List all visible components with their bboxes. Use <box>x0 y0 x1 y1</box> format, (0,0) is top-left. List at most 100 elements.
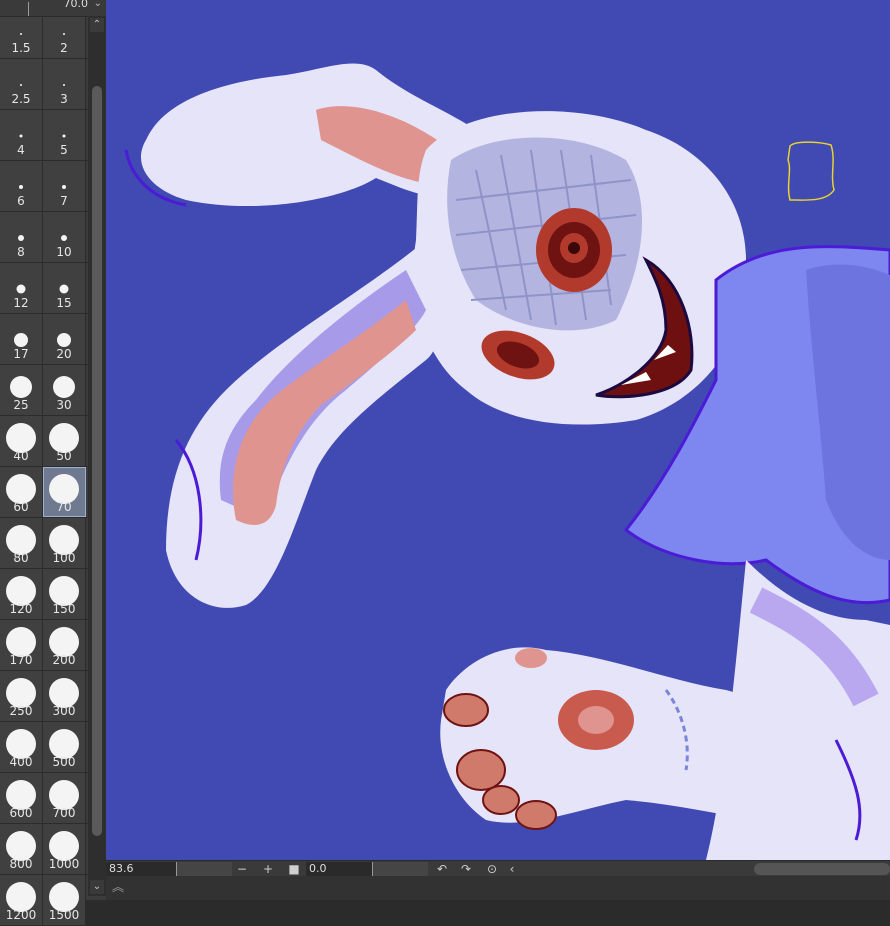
brush-size-400[interactable]: 400 <box>0 722 43 772</box>
collapse-up-icon[interactable]: ︽ <box>112 878 124 895</box>
reset-icon[interactable]: ⊙ <box>484 861 500 877</box>
palette-scrollbar[interactable]: ⌃ ⌄ <box>88 16 106 896</box>
brush-size-label: 2.5 <box>11 92 31 106</box>
brush-dot-icon <box>63 33 65 35</box>
brush-size-row: 17 20 <box>0 314 88 365</box>
brush-size-500[interactable]: 500 <box>43 722 86 772</box>
brush-size-label: 1500 <box>48 908 80 922</box>
rabbit-head <box>413 111 748 425</box>
brush-size-label: 250 <box>9 704 33 718</box>
horizontal-scrollbar[interactable] <box>754 863 890 875</box>
brush-size-row: 25 30 <box>0 365 88 416</box>
brush-size-15[interactable]: 15 <box>43 263 86 313</box>
brush-size-300[interactable]: 300 <box>43 671 86 721</box>
brush-size-5[interactable]: 5 <box>43 110 86 160</box>
brush-size-label: 150 <box>52 602 76 616</box>
brush-size-6[interactable]: 6 <box>0 161 43 211</box>
brush-size-30[interactable]: 30 <box>43 365 86 415</box>
brush-dot-icon <box>62 134 66 138</box>
brush-size-20[interactable]: 20 <box>43 314 86 364</box>
brush-size-label: 20 <box>56 347 72 361</box>
brush-size-palette: 1.5 2 2.5 3 4 5 6 7 8 10 12 15 17 20 25 30 40 50 60 70 80 100… <box>0 0 106 926</box>
brush-size-8[interactable]: 8 <box>0 212 43 262</box>
spin-chevron-icon[interactable]: ⌄ <box>94 0 102 9</box>
brush-size-800[interactable]: 800 <box>0 824 43 874</box>
brush-size-row: 45 <box>0 110 88 161</box>
brush-size-row: 250 300 <box>0 671 88 722</box>
brush-size-label: 17 <box>13 347 29 361</box>
rotation-field[interactable]: 0.0 <box>306 862 372 876</box>
brush-size-slider[interactable] <box>4 2 56 16</box>
rotate-left-icon[interactable]: ↶ <box>434 861 450 877</box>
brush-size-label: 800 <box>9 857 33 871</box>
scroll-up-icon[interactable]: ⌃ <box>90 18 104 32</box>
zoom-slider[interactable] <box>176 862 232 876</box>
brush-size-1500[interactable]: 1500 <box>43 875 86 925</box>
brush-size-4[interactable]: 4 <box>0 110 43 160</box>
brush-size-value[interactable]: 70.0 <box>64 0 89 10</box>
brush-size-150[interactable]: 150 <box>43 569 86 619</box>
brush-size-label: 2 <box>60 41 68 55</box>
brush-size-row: 12 15 <box>0 263 88 314</box>
brush-size-label: 40 <box>13 449 29 463</box>
brush-size-label: 600 <box>9 806 33 820</box>
brush-size-1000[interactable]: 1000 <box>43 824 86 874</box>
scroll-thumb[interactable] <box>92 86 102 836</box>
brush-size-3[interactable]: 3 <box>43 59 86 109</box>
brush-size-250[interactable]: 250 <box>0 671 43 721</box>
plus-icon[interactable]: + <box>260 861 276 877</box>
brush-dot-icon <box>53 376 75 398</box>
brush-size-7[interactable]: 7 <box>43 161 86 211</box>
brush-size-40[interactable]: 40 <box>0 416 43 466</box>
square-icon[interactable]: ■ <box>286 861 302 877</box>
brush-size-170[interactable]: 170 <box>0 620 43 670</box>
brush-size-label: 120 <box>9 602 33 616</box>
brush-size-row: 170 200 <box>0 620 88 671</box>
brush-size-row: 60 70 <box>0 467 88 518</box>
brush-size-50[interactable]: 50 <box>43 416 86 466</box>
brush-size-label: 7 <box>60 194 68 208</box>
drawing-canvas[interactable] <box>106 0 890 860</box>
brush-size-label: 3 <box>60 92 68 106</box>
brush-dot-icon <box>18 235 24 241</box>
bottom-panel-strip: ︽ <box>106 876 890 900</box>
minus-icon[interactable]: − <box>234 861 250 877</box>
brush-size-label: 6 <box>17 194 25 208</box>
brush-size-2-5[interactable]: 2.5 <box>0 59 43 109</box>
brush-size-label: 100 <box>52 551 76 565</box>
rotation-slider[interactable] <box>372 862 428 876</box>
brush-size-label: 700 <box>52 806 76 820</box>
brush-size-700[interactable]: 700 <box>43 773 86 823</box>
brush-size-100[interactable]: 100 <box>43 518 86 568</box>
brush-size-60[interactable]: 60 <box>0 467 43 517</box>
brush-size-label: 70 <box>56 500 72 514</box>
brush-size-1200[interactable]: 1200 <box>0 875 43 925</box>
brush-size-label: 200 <box>52 653 76 667</box>
brush-size-25[interactable]: 25 <box>0 365 43 415</box>
brush-size-label: 1.5 <box>11 41 31 55</box>
brush-size-17[interactable]: 17 <box>0 314 43 364</box>
zoom-field[interactable]: 83.6 <box>106 862 176 876</box>
slider-handle[interactable] <box>28 2 29 16</box>
brush-size-row: 800 1000 <box>0 824 88 875</box>
brush-dot-icon <box>20 33 22 35</box>
artwork <box>124 63 890 860</box>
brush-size-label: 30 <box>56 398 72 412</box>
brush-size-80[interactable]: 80 <box>0 518 43 568</box>
brush-size-row: 40 50 <box>0 416 88 467</box>
brush-size-10[interactable]: 10 <box>43 212 86 262</box>
brush-dot-icon <box>19 185 23 189</box>
brush-size-600[interactable]: 600 <box>0 773 43 823</box>
rotate-right-icon[interactable]: ↷ <box>458 861 474 877</box>
chevron-left-icon[interactable]: ‹ <box>504 861 520 877</box>
brush-dot-icon <box>59 284 69 294</box>
brush-size-70[interactable]: 70 <box>43 467 86 517</box>
brush-size-label: 300 <box>52 704 76 718</box>
brush-size-200[interactable]: 200 <box>43 620 86 670</box>
brush-size-label: 12 <box>13 296 29 310</box>
brush-size-label: 10 <box>56 245 72 259</box>
brush-dot-icon <box>14 333 28 347</box>
scroll-down-icon[interactable]: ⌄ <box>90 880 104 894</box>
brush-size-12[interactable]: 12 <box>0 263 43 313</box>
brush-size-120[interactable]: 120 <box>0 569 43 619</box>
